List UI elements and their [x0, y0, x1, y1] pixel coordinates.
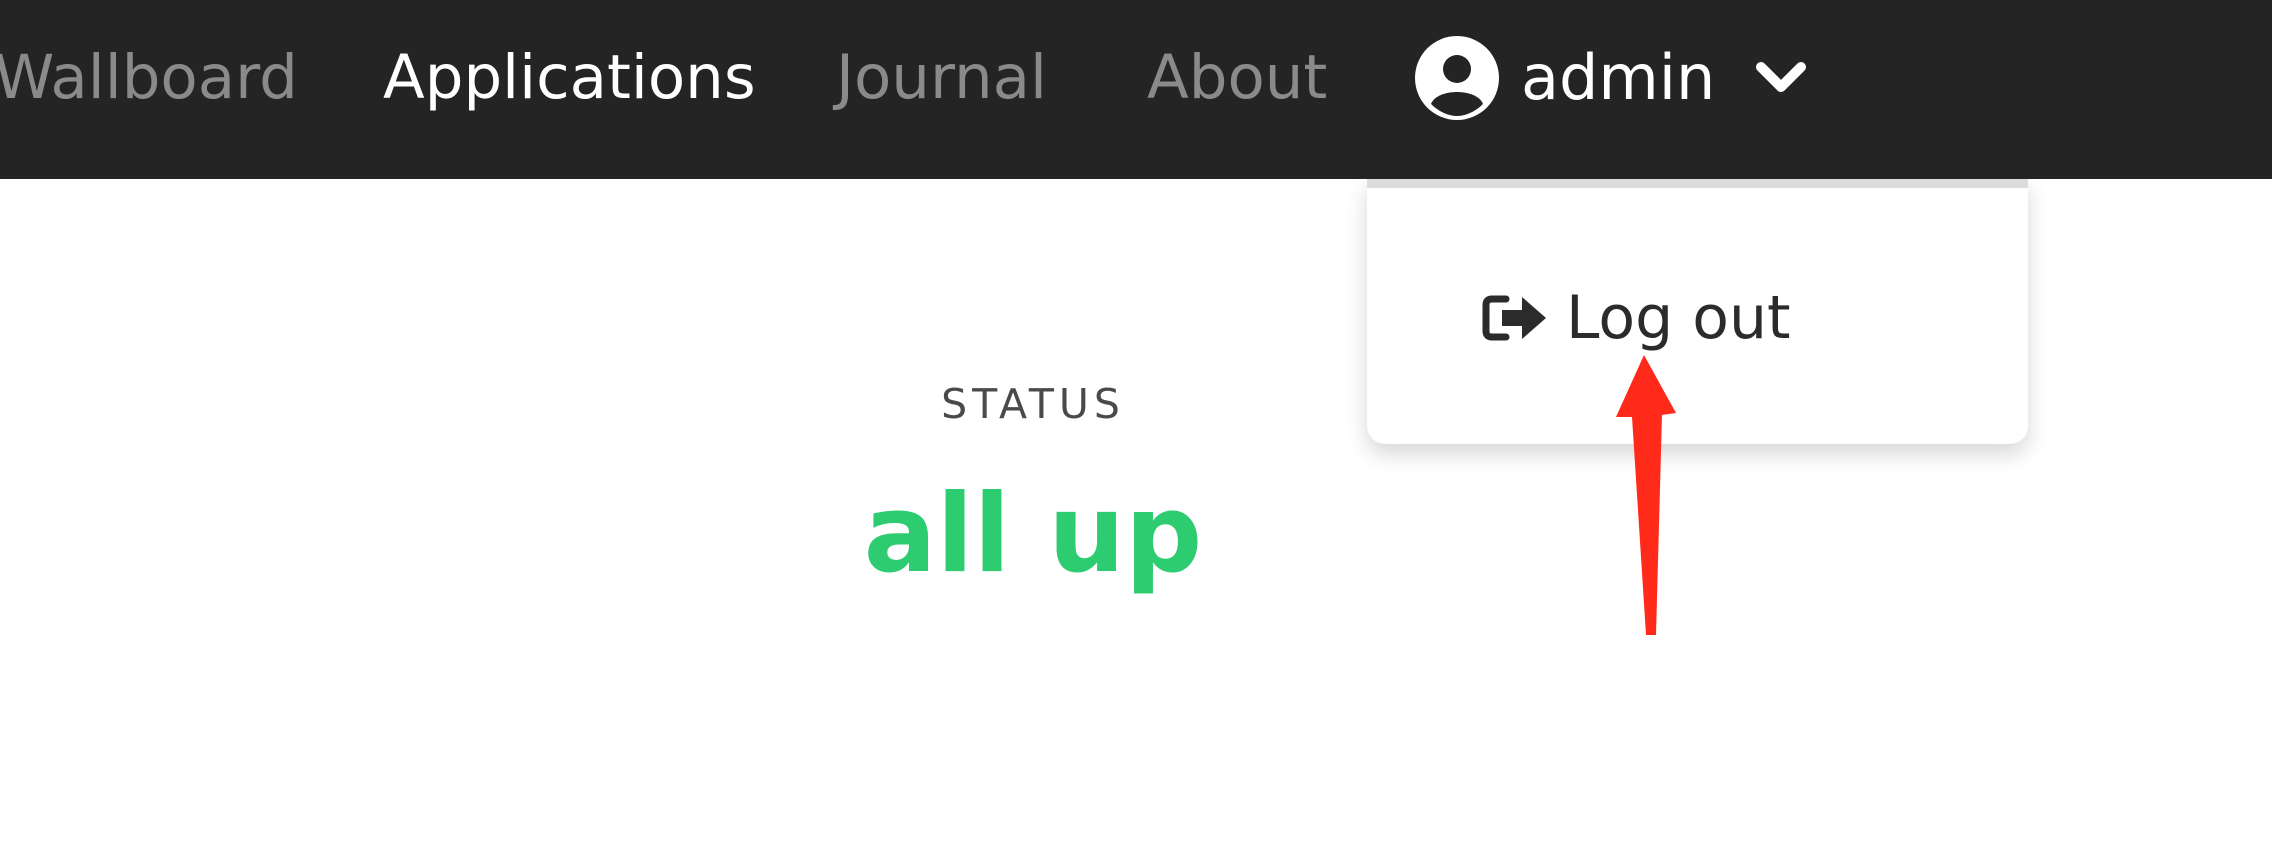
chevron-down-icon — [1756, 62, 1807, 92]
user-name: admin — [1521, 41, 1716, 114]
status-value: all up — [863, 472, 1203, 597]
nav-item-about[interactable]: About — [1147, 40, 1327, 116]
status-heading: STATUS — [941, 380, 1125, 428]
user-menu-toggle[interactable]: admin — [1415, 33, 1807, 123]
top-navbar: Wallboard Applications Journal About adm… — [0, 0, 2272, 179]
annotation-arrow-icon — [1616, 355, 1676, 635]
user-circle-icon — [1415, 36, 1499, 120]
nav-item-wallboard[interactable]: Wallboard — [0, 40, 298, 116]
nav-item-applications[interactable]: Applications — [383, 40, 756, 116]
nav-item-journal[interactable]: Journal — [836, 40, 1047, 116]
sign-out-icon — [1482, 295, 1546, 341]
